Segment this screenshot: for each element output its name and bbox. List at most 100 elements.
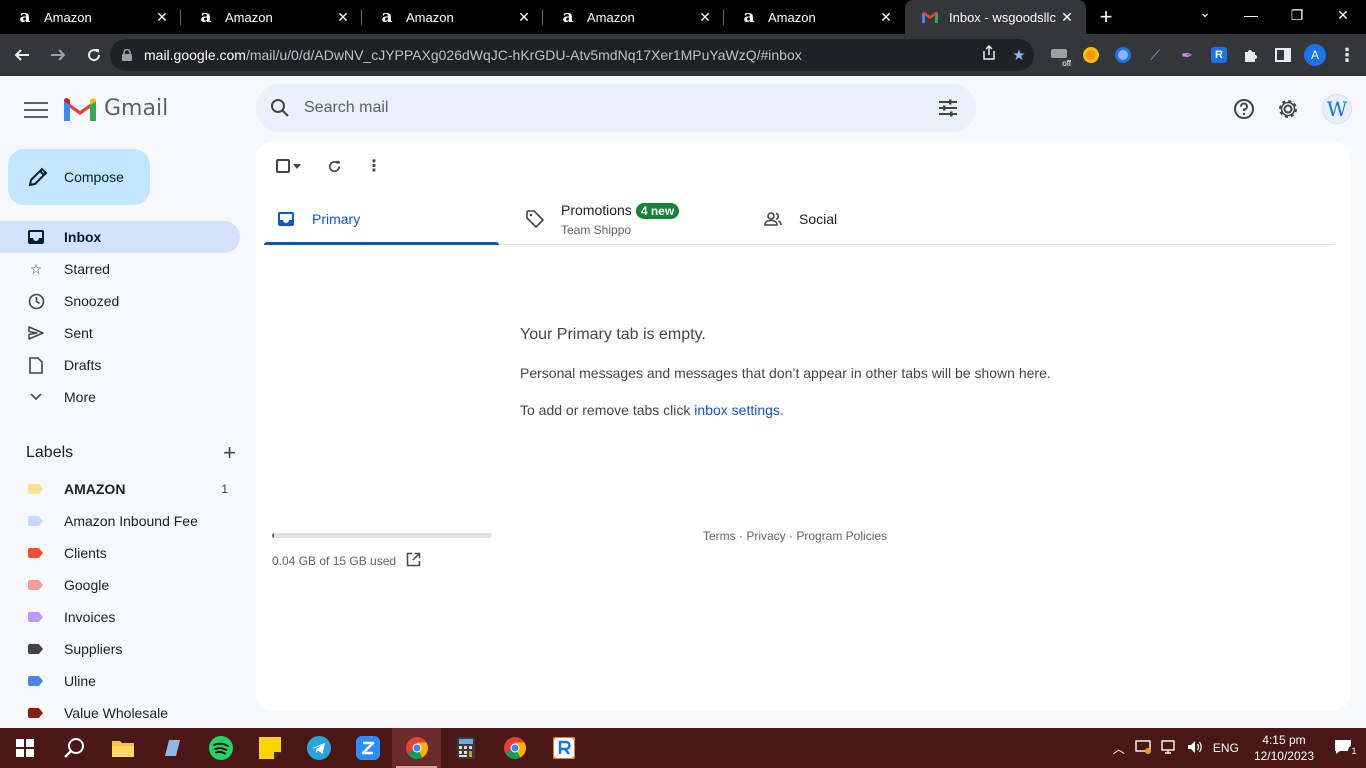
r-app-icon[interactable] [539, 728, 588, 768]
close-tab-icon[interactable]: ✕ [332, 9, 354, 26]
forward-icon[interactable] [42, 39, 74, 71]
browser-tab[interactable]: a Amazon ✕ [724, 0, 905, 34]
spotify-icon[interactable] [196, 728, 245, 768]
sticky-notes-icon[interactable] [245, 728, 294, 768]
tray-app-icon[interactable] [1130, 739, 1156, 757]
back-icon[interactable] [6, 39, 38, 71]
close-tab-icon[interactable]: ✕ [1056, 9, 1078, 26]
sidebar-item-snoozed[interactable]: Snoozed [0, 285, 240, 317]
browser-tab[interactable]: a Amazon ✕ [543, 0, 724, 34]
reload-icon[interactable] [78, 39, 110, 71]
label-item-invoices[interactable]: Invoices [0, 601, 240, 633]
clock[interactable]: 4:15 pm 12/10/2023 [1244, 732, 1324, 764]
empty-title: Your Primary tab is empty. [520, 326, 706, 343]
people-icon [763, 209, 783, 229]
share-icon[interactable] [974, 44, 1004, 65]
telegram-icon[interactable] [294, 728, 343, 768]
calculator-icon[interactable] [441, 728, 490, 768]
footer-links[interactable]: Terms · Privacy · Program Policies [703, 529, 887, 543]
browser-tab[interactable]: a Amazon ✕ [0, 0, 181, 34]
label-item-value-wholesale[interactable]: Value Wholesale [0, 697, 240, 729]
gmail-logo[interactable]: Gmail [64, 96, 168, 121]
language-indicator[interactable]: ENG [1208, 741, 1244, 755]
select-all-checkbox[interactable] [276, 159, 290, 173]
extension-slash-icon[interactable]: ⟋ [1139, 39, 1171, 71]
new-tab-button[interactable]: + [1086, 0, 1126, 34]
restore-icon[interactable]: ❐ [1274, 0, 1320, 30]
close-window-icon[interactable]: ✕ [1320, 0, 1366, 30]
window-controls: — ❐ ✕ [1228, 0, 1366, 30]
browser-tab[interactable]: a Amazon ✕ [362, 0, 543, 34]
volume-icon[interactable] [1182, 740, 1208, 757]
address-bar[interactable]: mail.google.com/mail/u/0/d/ADwNV_cJYPPAX… [110, 39, 1034, 71]
refresh-icon[interactable] [314, 159, 354, 174]
network-icon[interactable] [1156, 739, 1182, 757]
select-dropdown-icon[interactable] [290, 163, 304, 169]
file-explorer-icon[interactable] [98, 728, 147, 768]
taskbar-search-icon[interactable] [49, 728, 98, 768]
tab-search-icon[interactable]: ⌄ [1192, 4, 1218, 21]
lock-icon[interactable] [122, 48, 136, 62]
browser-tab-active[interactable]: Inbox - wsgoodsllc@ ✕ [905, 0, 1086, 34]
side-panel-icon[interactable] [1267, 39, 1299, 71]
label-item-amazon[interactable]: AMAZON 1 [0, 473, 240, 505]
chrome-taskbar-icon[interactable] [392, 728, 441, 768]
label-item-uline[interactable]: Uline [0, 665, 240, 697]
extension-r-icon[interactable]: R [1203, 39, 1235, 71]
close-tab-icon[interactable]: ✕ [513, 9, 535, 26]
label-tag-icon [28, 708, 43, 718]
browser-tab[interactable]: a Amazon ✕ [181, 0, 362, 34]
external-link-icon[interactable] [406, 552, 421, 570]
chrome-menu-icon[interactable]: ⋮ [1331, 39, 1363, 71]
notes-app-icon[interactable] [147, 728, 196, 768]
label-item-amazon-inbound-fee[interactable]: Amazon Inbound Fee [0, 505, 240, 537]
close-tab-icon[interactable]: ✕ [151, 9, 173, 26]
notification-center-icon[interactable]: 1 [1324, 739, 1366, 758]
settings-gear-icon[interactable] [1275, 96, 1301, 122]
support-help-icon[interactable] [1231, 96, 1257, 122]
account-avatar[interactable]: W [1322, 94, 1352, 124]
close-tab-icon[interactable]: ✕ [694, 9, 716, 26]
empty-description: Personal messages and messages that don’… [520, 365, 1051, 381]
sidebar-item-label: Drafts [64, 357, 102, 373]
label-tag-icon [28, 644, 43, 654]
more-options-icon[interactable]: ⋮ [354, 156, 394, 176]
sidebar-item-label: Starred [64, 261, 110, 277]
minimize-icon[interactable]: — [1228, 0, 1274, 30]
label-item-clients[interactable]: Clients [0, 537, 240, 569]
profile-button[interactable]: A [1299, 39, 1331, 71]
search-icon[interactable] [256, 98, 304, 118]
tab-social[interactable]: Social [751, 194, 1003, 244]
bookmark-star-icon[interactable]: ★ [1004, 46, 1034, 64]
compose-button[interactable]: Compose [8, 149, 150, 205]
create-label-plus-icon[interactable]: + [223, 440, 236, 466]
extensions-puzzle-icon[interactable] [1235, 39, 1267, 71]
inbox-category-tabs: Primary Promotions 4 new Team Shippo Soci… [264, 194, 1334, 245]
close-tab-icon[interactable]: ✕ [875, 9, 897, 26]
sidebar-item-starred[interactable]: ☆ Starred [0, 253, 240, 285]
label-item-google[interactable]: Google [0, 569, 240, 601]
extension-feather-icon[interactable]: ✒ [1171, 39, 1203, 71]
tab-promotions[interactable]: Promotions 4 new Team Shippo [499, 194, 751, 244]
tab-primary[interactable]: Primary [264, 194, 499, 245]
labels-heading-text: Labels [26, 444, 74, 461]
sidebar-item-more[interactable]: More [0, 381, 240, 413]
extensions-area: off ⟋ ✒ R A ⋮ [1043, 39, 1363, 71]
chrome-alt-icon[interactable] [490, 728, 539, 768]
search-input[interactable] [304, 99, 920, 117]
extension-off-icon[interactable]: off [1043, 39, 1075, 71]
inbox-settings-link[interactable]: inbox settings [694, 402, 780, 418]
extension-blue-icon[interactable] [1107, 39, 1139, 71]
sidebar-item-inbox[interactable]: Inbox [0, 221, 240, 253]
zoom-icon[interactable] [343, 728, 392, 768]
tab-title: Amazon [225, 9, 273, 25]
sidebar-item-drafts[interactable]: Drafts [0, 349, 240, 381]
tray-chevron-up-icon[interactable]: ︿ [1108, 740, 1130, 757]
label-item-suppliers[interactable]: Suppliers [0, 633, 240, 665]
extension-orange-icon[interactable] [1075, 39, 1107, 71]
labels-heading: Labels + [26, 440, 236, 466]
search-options-icon[interactable] [920, 99, 976, 117]
windows-start-icon[interactable] [0, 728, 49, 768]
sidebar-item-sent[interactable]: Sent [0, 317, 240, 349]
main-menu-icon[interactable] [22, 98, 50, 122]
